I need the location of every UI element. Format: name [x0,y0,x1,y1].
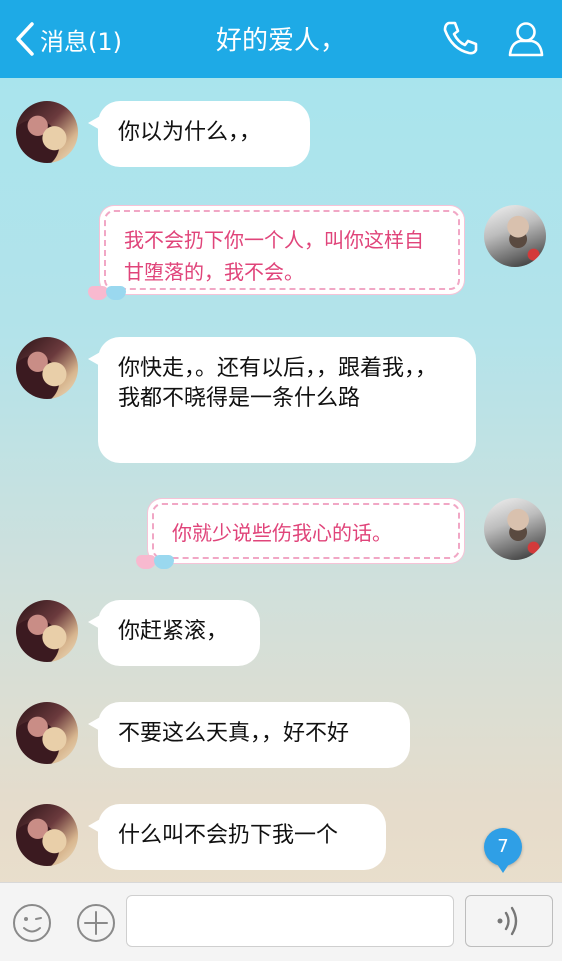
message-text: 你就少说些伤我心的话。 [172,521,392,545]
emoji-icon[interactable] [12,903,52,943]
plus-icon[interactable] [76,903,116,943]
top-bar: 消息(1) 好的爱人， [0,0,562,78]
contact-avatar[interactable] [16,702,78,764]
contact-avatar[interactable] [16,600,78,662]
chevron-left-icon [16,22,34,56]
message-bubble[interactable]: 你赶紧滚， [88,600,260,666]
back-label: 消息(1) [40,27,122,56]
message-bubble[interactable]: 你以为什么，， [88,101,310,167]
fancy-message-bubble[interactable]: 我不会扔下你一个人，叫你这样自甘堕落的，我不会。 [88,210,460,300]
fancy-message-bubble[interactable]: 你就少说些伤我心的话。 [136,503,460,569]
voice-button[interactable] [465,895,553,947]
message-bubble[interactable]: 不要这么天真，，好不好 [88,702,410,768]
input-bar [0,882,562,961]
phone-icon[interactable] [440,18,480,58]
message-input[interactable] [126,895,454,947]
teacup-decoration-icon [136,551,180,573]
teacup-decoration-icon [88,282,132,304]
contact-avatar[interactable] [16,101,78,163]
my-avatar[interactable] [484,498,546,560]
contact-profile-icon[interactable] [506,18,546,58]
voice-icon [497,906,518,936]
contact-avatar[interactable] [16,804,78,866]
contact-avatar[interactable] [16,337,78,399]
back-button[interactable]: 消息(1) [14,18,122,60]
unread-count-badge[interactable]: 7 [484,828,522,873]
my-avatar[interactable] [484,205,546,267]
message-bubble[interactable]: 你快走，。还有以后，，跟着我，，我都不晓得是一条什么路 [88,337,476,463]
message-bubble[interactable]: 什么叫不会扔下我一个 [88,804,386,870]
message-text: 我不会扔下你一个人，叫你这样自甘堕落的，我不会。 [124,228,424,284]
